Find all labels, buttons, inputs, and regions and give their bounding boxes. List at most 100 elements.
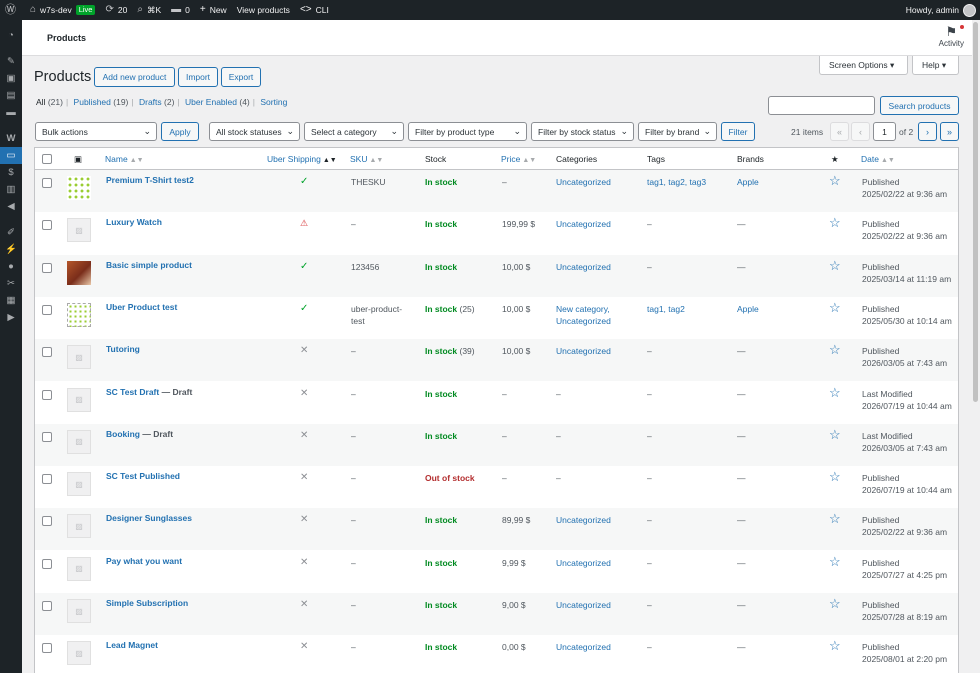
tags-cell[interactable]: – [647, 218, 652, 230]
screen-options-button[interactable]: Screen Options ▾ [819, 56, 908, 75]
row-checkbox[interactable] [42, 601, 52, 611]
category-select[interactable]: Select a category ⌄ [304, 122, 404, 141]
wordpress-logo-menu[interactable]: Ⓦ [0, 0, 25, 20]
view-uber-enabled[interactable]: Uber Enabled (4) [185, 97, 250, 107]
tags-cell[interactable]: – [647, 430, 652, 442]
row-checkbox[interactable] [42, 474, 52, 485]
table-row[interactable]: Uber Product test ✓ uber-product-test In s… [35, 297, 958, 339]
row-checkbox[interactable] [42, 347, 52, 358]
featured-star-icon[interactable]: ☆ [829, 301, 841, 314]
brands-cell[interactable]: Apple [737, 176, 759, 188]
featured-star-icon[interactable]: ☆ [829, 639, 841, 652]
featured-star-icon[interactable]: ☆ [829, 428, 841, 441]
product-name-link[interactable]: Simple Subscription [106, 598, 188, 608]
settings-icon[interactable]: ▦ [0, 292, 22, 309]
apply-button[interactable]: Apply [161, 122, 199, 141]
site-name-menu[interactable]: ⌂ w7s-dev Live [25, 0, 100, 20]
tags-cell[interactable]: – [647, 557, 652, 569]
categories-cell[interactable]: Uncategorized [556, 557, 611, 569]
tags-cell[interactable]: – [647, 472, 652, 484]
product-name-link[interactable]: SC Test Draft — Draft [106, 387, 192, 397]
categories-cell[interactable]: – [556, 472, 561, 484]
image-placeholder-icon[interactable]: ▨ [67, 514, 91, 539]
next-page-button[interactable]: › [918, 122, 937, 141]
product-name-link[interactable]: Pay what you want [106, 556, 182, 566]
table-row[interactable]: ▨ SC Test Published ✕ – Out of stock – – – — ☆ P… [35, 466, 958, 508]
table-row[interactable]: ▨ SC Test Draft — Draft ✕ – In stock – – – — ☆ La… [35, 382, 958, 424]
categories-cell[interactable]: Uncategorized [556, 218, 611, 230]
tags-cell[interactable]: tag1, tag2 [647, 303, 685, 315]
row-checkbox[interactable] [42, 304, 52, 315]
cli-menu[interactable]: <> CLI [295, 0, 334, 20]
table-row[interactable]: ▨ Simple Subscription ✕ – In stock 9,00 $ Un… [35, 593, 958, 635]
new-content-menu[interactable]: + New [195, 0, 232, 20]
product-name-link[interactable]: Designer Sunglasses [106, 513, 192, 523]
column-date[interactable]: Date ▲▼ [861, 154, 895, 164]
command-palette-menu[interactable]: ⌕ ⌘K [132, 0, 166, 20]
brands-cell[interactable]: — [737, 430, 746, 442]
featured-star-icon[interactable]: ☆ [829, 555, 841, 568]
column-uber-shipping[interactable]: Uber Shipping ▲▼ [267, 154, 337, 164]
import-button[interactable]: Import [178, 67, 218, 87]
brands-cell[interactable]: — [737, 641, 746, 653]
analytics-icon[interactable]: ▥ [0, 181, 22, 198]
appearance-icon[interactable]: ✐ [0, 224, 22, 241]
image-placeholder-icon[interactable]: ▨ [67, 556, 91, 581]
brands-cell[interactable]: — [737, 557, 746, 569]
table-row[interactable]: ▨ Booking — Draft ✕ – In stock – – – — ☆ Last Mod… [35, 423, 958, 466]
row-checkbox[interactable] [42, 178, 52, 188]
featured-star-icon[interactable]: ☆ [829, 386, 841, 399]
add-new-product-button[interactable]: Add new product [94, 67, 175, 87]
view-products-link[interactable]: View products [232, 0, 295, 20]
categories-cell[interactable]: – [556, 430, 561, 442]
my-account-menu[interactable]: Howdy, admin [901, 0, 980, 20]
view-all[interactable]: All (21) [36, 97, 63, 107]
posts-icon[interactable]: ✎ [0, 53, 22, 70]
featured-star-icon[interactable]: ☆ [829, 343, 841, 356]
tags-cell[interactable]: – [647, 599, 652, 611]
scrollbar-thumb[interactable] [973, 22, 978, 402]
pages-icon[interactable]: ▤ [0, 87, 22, 104]
updates-menu[interactable]: ⟳ 20 [100, 0, 132, 20]
column-name[interactable]: Name ▲▼ [105, 154, 144, 164]
row-checkbox[interactable] [42, 262, 52, 273]
current-page-input[interactable]: 1 [873, 122, 896, 141]
view-published[interactable]: Published (19) [74, 97, 129, 107]
image-placeholder-icon[interactable]: ▨ [67, 641, 91, 666]
brand-select[interactable]: Filter by brand ⌄ [638, 122, 717, 141]
tags-cell[interactable]: – [647, 261, 652, 273]
table-row[interactable]: ▨ Pay what you want ✕ – In stock 9,99 $ Unca… [35, 551, 958, 593]
tags-cell[interactable]: – [647, 641, 652, 653]
stock-statuses-select[interactable]: All stock statuses ⌄ [209, 122, 300, 141]
featured-star-icon[interactable]: ☆ [829, 470, 841, 483]
collapse-icon[interactable]: ▶ [0, 309, 22, 326]
product-thumbnail[interactable] [67, 260, 91, 285]
image-placeholder-icon[interactable]: ▨ [67, 472, 91, 497]
tags-cell[interactable]: – [647, 345, 652, 357]
tools-icon[interactable]: ✂ [0, 275, 22, 292]
table-row[interactable]: Basic simple product ✓ 123456 In stock 10,… [35, 254, 958, 297]
brands-cell[interactable]: — [737, 261, 746, 273]
categories-cell[interactable]: Uncategorized [556, 514, 611, 526]
product-name-link[interactable]: Luxury Watch [106, 217, 162, 227]
image-placeholder-icon[interactable]: ▨ [67, 387, 91, 412]
image-placeholder-icon[interactable]: ▨ [67, 345, 91, 370]
product-name-link[interactable]: Tutoring [106, 344, 140, 354]
brands-cell[interactable]: — [737, 218, 746, 230]
categories-cell[interactable]: New category, Uncategorized [556, 303, 611, 327]
categories-cell[interactable]: Uncategorized [556, 261, 611, 273]
search-products-button[interactable]: Search products [880, 96, 959, 115]
select-all-checkbox[interactable] [42, 154, 52, 164]
row-checkbox[interactable] [42, 516, 52, 527]
image-placeholder-icon[interactable]: ▨ [67, 599, 91, 623]
view-sorting[interactable]: Sorting [260, 97, 287, 107]
product-thumbnail[interactable] [67, 176, 91, 200]
categories-cell[interactable]: Uncategorized [556, 176, 611, 188]
table-row[interactable]: Premium T-Shirt test2 ✓ THESKU In stock – U… [35, 170, 958, 212]
categories-cell[interactable]: Uncategorized [556, 599, 611, 611]
comments-menu[interactable]: ▬ 0 [166, 0, 195, 20]
featured-star-icon[interactable]: ☆ [829, 512, 841, 525]
product-name-link[interactable]: SC Test Published [106, 471, 180, 481]
categories-cell[interactable]: Uncategorized [556, 345, 611, 357]
column-featured-icon[interactable]: ★ [831, 154, 839, 165]
